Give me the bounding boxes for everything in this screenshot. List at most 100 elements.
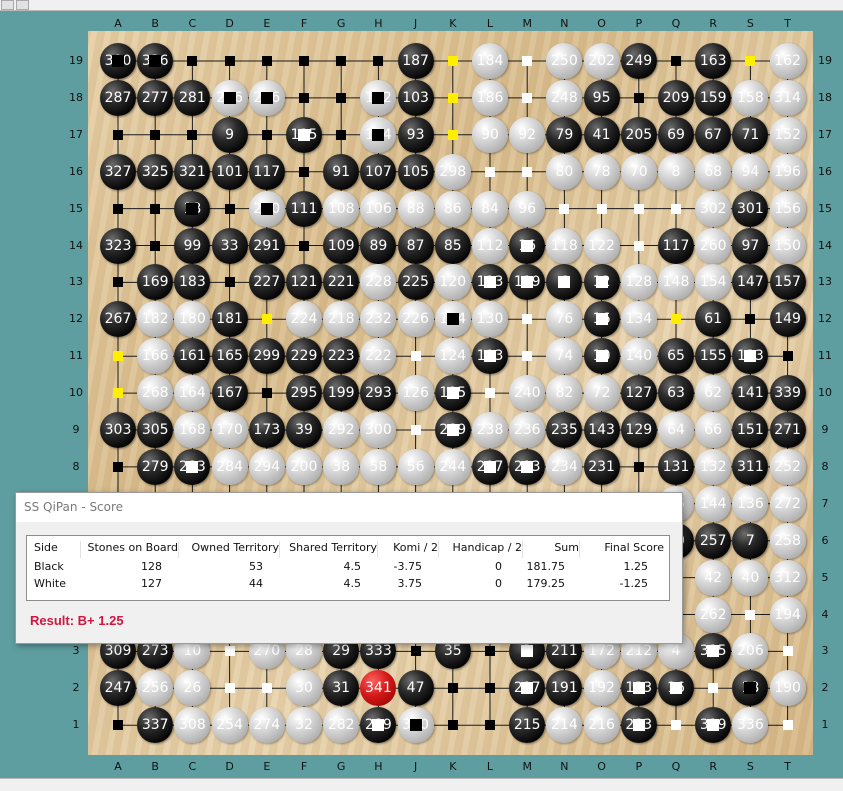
- black-stone[interactable]: 257: [695, 522, 732, 559]
- black-stone[interactable]: 181: [211, 301, 248, 338]
- white-stone[interactable]: 244: [434, 448, 471, 485]
- black-stone[interactable]: 327: [100, 153, 136, 190]
- white-stone[interactable]: 236: [509, 412, 546, 448]
- white-stone[interactable]: 284: [211, 448, 248, 485]
- white-stone[interactable]: 252: [769, 448, 806, 485]
- white-stone[interactable]: 186: [472, 79, 508, 116]
- white-stone[interactable]: 314: [769, 79, 806, 116]
- black-stone[interactable]: 299: [248, 338, 285, 375]
- white-stone[interactable]: 190: [769, 670, 806, 707]
- white-stone[interactable]: 184: [472, 43, 508, 79]
- white-stone[interactable]: 68: [695, 153, 732, 190]
- black-stone[interactable]: 205: [620, 116, 657, 153]
- black-stone[interactable]: 300: [100, 43, 136, 79]
- black-stone[interactable]: 165: [211, 338, 248, 375]
- white-stone[interactable]: 202: [583, 43, 620, 79]
- white-stone[interactable]: 196: [769, 153, 806, 190]
- white-stone[interactable]: 150: [769, 227, 806, 264]
- white-stone[interactable]: 200: [286, 448, 322, 485]
- black-stone[interactable]: 103: [397, 79, 434, 116]
- white-stone[interactable]: 80: [546, 153, 583, 190]
- black-stone[interactable]: 109: [323, 227, 360, 264]
- white-stone[interactable]: 276: [248, 79, 285, 116]
- black-stone[interactable]: 336: [137, 43, 174, 79]
- black-stone[interactable]: 87: [397, 227, 434, 264]
- black-stone[interactable]: 127: [620, 375, 657, 412]
- white-stone[interactable]: 78: [583, 153, 620, 190]
- white-stone[interactable]: 312: [769, 559, 806, 596]
- white-stone[interactable]: 140: [620, 338, 657, 375]
- black-stone[interactable]: 33: [211, 227, 248, 264]
- black-stone[interactable]: 115: [434, 375, 471, 412]
- toolbar-button-2[interactable]: [16, 0, 29, 10]
- white-stone[interactable]: 108: [323, 190, 360, 227]
- white-stone[interactable]: 262: [695, 596, 732, 633]
- white-stone[interactable]: 258: [769, 522, 806, 559]
- black-stone[interactable]: 71: [732, 116, 769, 153]
- black-stone[interactable]: 41: [583, 116, 620, 153]
- white-stone[interactable]: 112: [472, 227, 508, 264]
- white-stone[interactable]: 162: [769, 43, 806, 79]
- black-stone[interactable]: 47: [397, 670, 434, 707]
- white-stone[interactable]: 210: [248, 190, 285, 227]
- white-stone[interactable]: 260: [695, 227, 732, 264]
- black-stone[interactable]: 95: [583, 79, 620, 116]
- black-stone[interactable]: 149: [769, 301, 806, 338]
- white-stone[interactable]: 192: [583, 670, 620, 707]
- black-stone[interactable]: 85: [434, 227, 471, 264]
- white-stone[interactable]: 118: [546, 227, 583, 264]
- white-stone[interactable]: 226: [397, 301, 434, 338]
- white-stone[interactable]: 70: [620, 153, 657, 190]
- black-stone[interactable]: 129: [620, 412, 657, 448]
- white-stone[interactable]: 294: [248, 448, 285, 485]
- black-stone[interactable]: 89: [360, 227, 397, 264]
- black-stone[interactable]: 117: [658, 227, 694, 264]
- black-stone[interactable]: 229: [286, 338, 322, 375]
- black-stone[interactable]: 67: [695, 116, 732, 153]
- white-stone[interactable]: 194: [769, 596, 806, 633]
- black-stone[interactable]: 305: [137, 412, 174, 448]
- white-stone[interactable]: 72: [583, 375, 620, 412]
- black-stone[interactable]: 99: [174, 227, 211, 264]
- black-stone[interactable]: 18: [174, 190, 211, 227]
- black-stone[interactable]: 209: [658, 79, 694, 116]
- white-stone[interactable]: 238: [472, 412, 508, 448]
- black-stone[interactable]: 339: [769, 375, 806, 412]
- black-stone[interactable]: 159: [695, 79, 732, 116]
- black-stone[interactable]: 295: [286, 375, 322, 412]
- black-stone[interactable]: 283: [620, 707, 657, 744]
- white-stone[interactable]: 144: [695, 485, 732, 522]
- white-stone[interactable]: 96: [509, 190, 546, 227]
- white-stone[interactable]: 310: [397, 707, 434, 744]
- white-stone[interactable]: 86: [434, 190, 471, 227]
- black-stone[interactable]: 111: [286, 190, 322, 227]
- white-stone[interactable]: 66: [695, 412, 732, 448]
- white-stone[interactable]: 292: [323, 412, 360, 448]
- white-stone[interactable]: 84: [472, 190, 508, 227]
- white-stone[interactable]: 56: [397, 448, 434, 485]
- white-stone[interactable]: 286: [211, 79, 248, 116]
- black-stone[interactable]: 69: [658, 116, 694, 153]
- white-stone[interactable]: 94: [732, 153, 769, 190]
- black-stone[interactable]: 16: [583, 301, 620, 338]
- black-stone[interactable]: 271: [769, 412, 806, 448]
- black-stone[interactable]: 163: [695, 43, 732, 79]
- black-stone[interactable]: 16: [509, 227, 546, 264]
- white-stone[interactable]: 126: [397, 375, 434, 412]
- black-stone[interactable]: 39: [286, 412, 322, 448]
- black-stone[interactable]: 173: [248, 412, 285, 448]
- black-stone[interactable]: 107: [360, 153, 397, 190]
- black-stone[interactable]: 187: [397, 43, 434, 79]
- white-stone[interactable]: 88: [397, 190, 434, 227]
- white-stone[interactable]: 124: [434, 338, 471, 375]
- black-stone[interactable]: 143: [583, 412, 620, 448]
- black-stone[interactable]: 101: [211, 153, 248, 190]
- black-stone[interactable]: 91: [323, 153, 360, 190]
- white-stone[interactable]: 298: [434, 153, 471, 190]
- black-stone[interactable]: 65: [658, 338, 694, 375]
- white-stone[interactable]: 38: [323, 448, 360, 485]
- white-stone[interactable]: 216: [583, 707, 620, 744]
- black-stone[interactable]: 7: [732, 522, 769, 559]
- black-stone[interactable]: 279: [137, 448, 174, 485]
- black-stone[interactable]: 323: [100, 227, 136, 264]
